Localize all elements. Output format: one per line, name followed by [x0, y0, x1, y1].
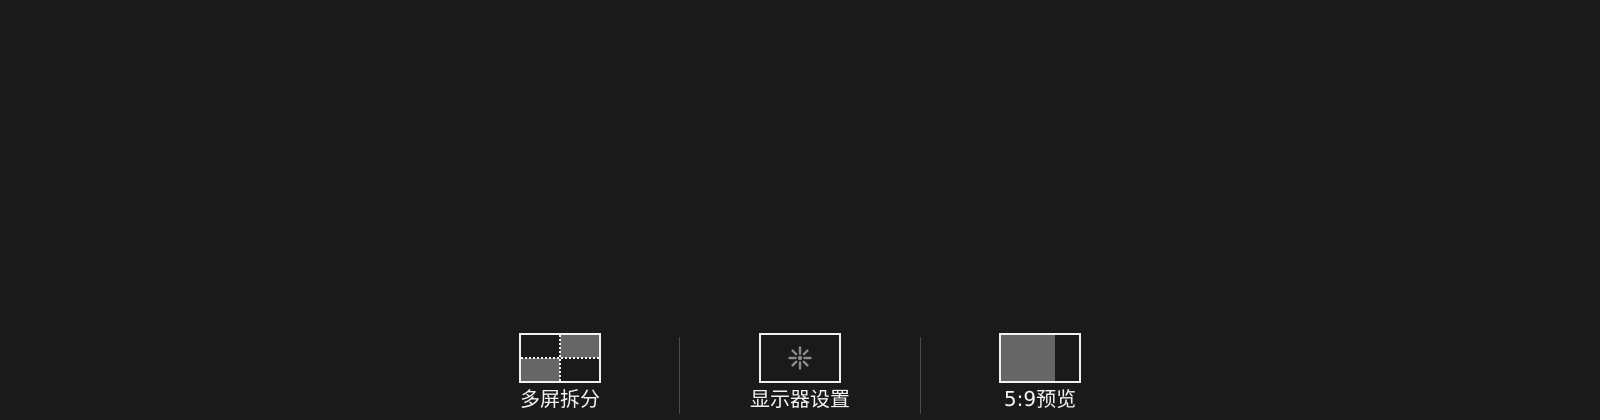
bottom-toolbar: 多屏拆分 显示器设置 5:9预览	[0, 326, 1600, 420]
preview-ratio-label: 5:9预览	[1003, 387, 1077, 411]
preview-ratio-icon	[999, 333, 1081, 383]
display-settings-icon	[759, 333, 841, 383]
display-settings-button[interactable]: 显示器设置	[720, 326, 880, 420]
preview-fill-area	[1001, 335, 1055, 381]
split-cell-bottom-right	[560, 358, 599, 381]
toolbar-divider	[920, 337, 921, 414]
split-cell-top-right	[560, 335, 599, 358]
display-settings-label: 显示器设置	[750, 387, 850, 411]
toolbar-divider	[679, 337, 680, 414]
split-cell-bottom-left	[521, 358, 560, 381]
split-divider-horizontal	[521, 357, 599, 359]
split-cell-top-left	[521, 335, 560, 358]
video-stage: 多屏拆分 显示器设置 5:9预览	[0, 0, 1600, 420]
multi-screen-split-button[interactable]: 多屏拆分	[480, 326, 640, 420]
settings-spinner-icon	[788, 346, 812, 370]
multi-screen-split-icon	[519, 333, 601, 383]
preview-ratio-button[interactable]: 5:9预览	[960, 326, 1120, 420]
multi-screen-split-label: 多屏拆分	[520, 387, 600, 411]
